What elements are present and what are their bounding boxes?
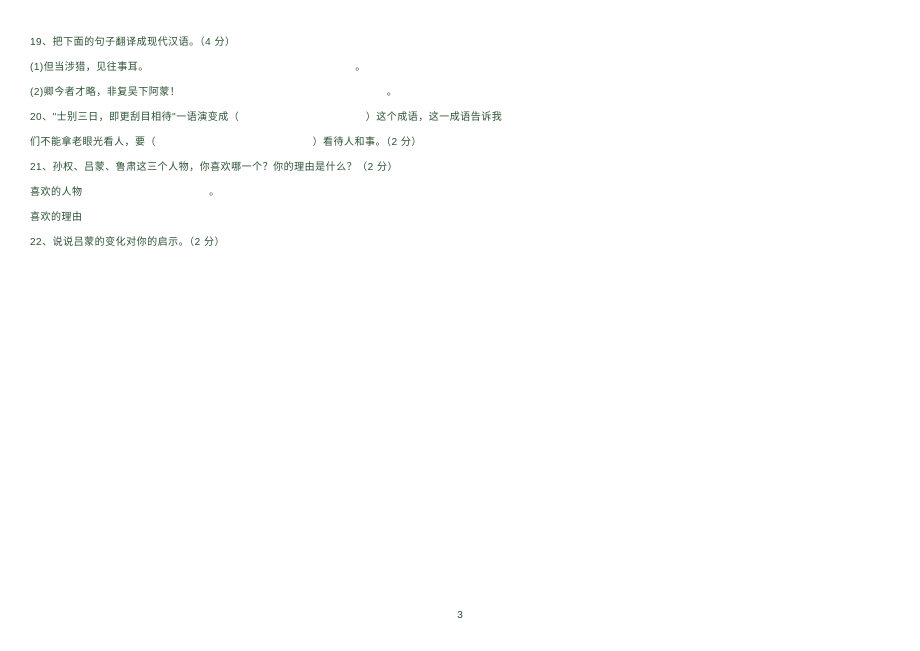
q22-prompt: 22、说说吕蒙的变化对你的启示。（2 分） <box>30 230 890 255</box>
q21-reason-label: 喜欢的理由 <box>30 205 890 230</box>
q19-item-1-label: (1)但当涉猎，见往事耳。 <box>30 62 149 73</box>
q19-item-2: (2)卿今者才略，非复吴下阿蒙！ 。 <box>30 80 890 105</box>
q19-prompt: 19、把下面的句子翻译成现代汉语。（4 分） <box>30 30 890 55</box>
q20-line2: 们不能拿老眼光看人，要（ ）看待人和事。（2 分） <box>30 130 890 155</box>
q20-part1: 20、"士别三日，即更刮目相待"一语演变成（ <box>30 112 239 123</box>
q19-item-2-terminator: 。 <box>387 87 398 98</box>
q20-part2: ）这个成语，这一成语告诉我 <box>366 112 503 123</box>
q19-item-1: (1)但当涉猎，见往事耳。 。 <box>30 55 890 80</box>
q19-item-1-terminator: 。 <box>355 62 366 73</box>
q19-item-2-label: (2)卿今者才略，非复吴下阿蒙！ <box>30 87 180 98</box>
q21-person-label: 喜欢的人物 <box>30 187 83 198</box>
q21-person-terminator: 。 <box>209 187 220 198</box>
q21-prompt: 21、孙权、吕蒙、鲁肃这三个人物，你喜欢哪一个？你的理由是什么？（2 分） <box>30 155 890 180</box>
q21-person-line: 喜欢的人物 。 <box>30 180 890 205</box>
page-number: 3 <box>0 610 920 621</box>
q20-part4: ）看待人和事。（2 分） <box>313 137 422 148</box>
q20-line1: 20、"士别三日，即更刮目相待"一语演变成（ ）这个成语，这一成语告诉我 <box>30 105 890 130</box>
q20-part3: 们不能拿老眼光看人，要（ <box>30 137 156 148</box>
